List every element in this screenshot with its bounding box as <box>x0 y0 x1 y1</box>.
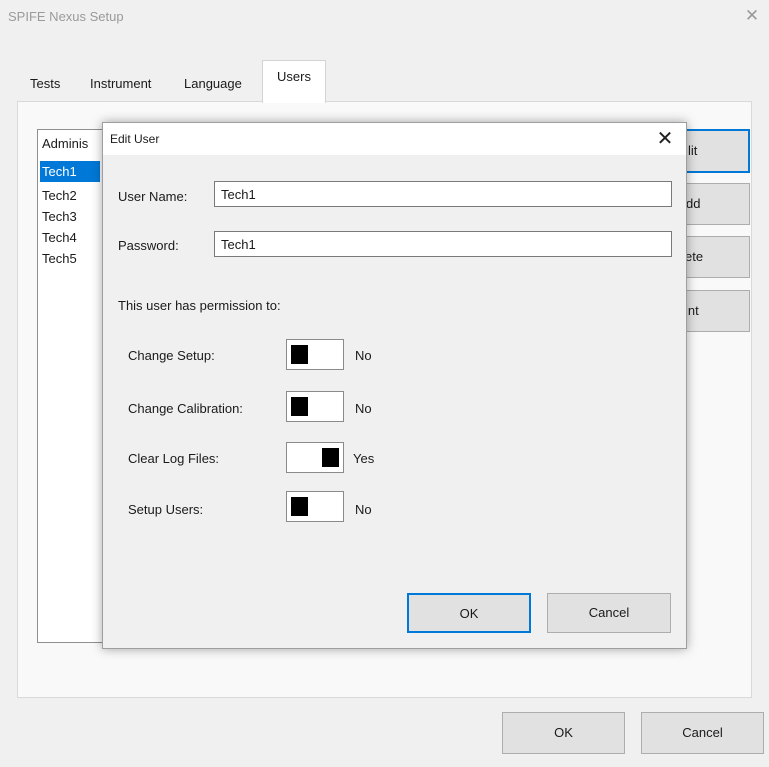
user-name-input[interactable] <box>214 181 672 207</box>
password-label: Password: <box>118 238 179 253</box>
change-setup-toggle[interactable] <box>286 339 344 370</box>
dialog-close-icon[interactable]: ✕ <box>651 126 679 152</box>
window-title: SPIFE Nexus Setup <box>8 9 124 24</box>
permission-heading: This user has permission to: <box>118 298 281 313</box>
toggle-knob <box>291 497 308 516</box>
edit-user-dialog: Edit User ✕ User Name: Password: This us… <box>102 122 687 649</box>
clear-log-files-label: Clear Log Files: <box>128 451 220 466</box>
add-button[interactable]: dd <box>684 183 750 225</box>
add-button-label: dd <box>686 196 701 211</box>
print-button[interactable]: int <box>684 290 750 332</box>
setup-users-toggle[interactable] <box>286 491 344 522</box>
change-calibration-label: Change Calibration: <box>128 401 243 416</box>
print-button-label: int <box>685 303 699 318</box>
edit-button-label: lit <box>688 143 698 158</box>
delete-button-label: ete <box>685 249 704 264</box>
tab-users[interactable]: Users <box>262 60 326 103</box>
tab-tests[interactable]: Tests <box>24 68 66 100</box>
dialog-titlebar: Edit User ✕ <box>103 123 686 155</box>
dialog-cancel-button[interactable]: Cancel <box>547 593 671 633</box>
window-close-icon[interactable]: ✕ <box>742 6 762 26</box>
delete-button[interactable]: ete <box>684 236 750 278</box>
dialog-title: Edit User <box>110 132 160 146</box>
toggle-knob <box>322 448 339 467</box>
edit-button[interactable]: lit <box>684 129 750 173</box>
tab-instrument[interactable]: Instrument <box>84 68 157 100</box>
setup-users-value: No <box>355 502 372 517</box>
user-name-label: User Name: <box>118 189 188 204</box>
list-item-selected[interactable]: Tech1 <box>40 161 100 182</box>
password-input[interactable] <box>214 231 672 257</box>
cancel-button[interactable]: Cancel <box>641 712 764 754</box>
change-calibration-toggle[interactable] <box>286 391 344 422</box>
setup-users-label: Setup Users: <box>128 502 204 517</box>
toggle-knob <box>291 345 308 364</box>
change-setup-label: Change Setup: <box>128 348 215 363</box>
clear-log-files-toggle[interactable] <box>286 442 344 473</box>
change-calibration-value: No <box>355 401 372 416</box>
tab-language[interactable]: Language <box>178 68 248 100</box>
dialog-ok-button[interactable]: OK <box>407 593 531 633</box>
toggle-knob <box>291 397 308 416</box>
change-setup-value: No <box>355 348 372 363</box>
clear-log-files-value: Yes <box>353 451 375 466</box>
ok-button[interactable]: OK <box>502 712 625 754</box>
